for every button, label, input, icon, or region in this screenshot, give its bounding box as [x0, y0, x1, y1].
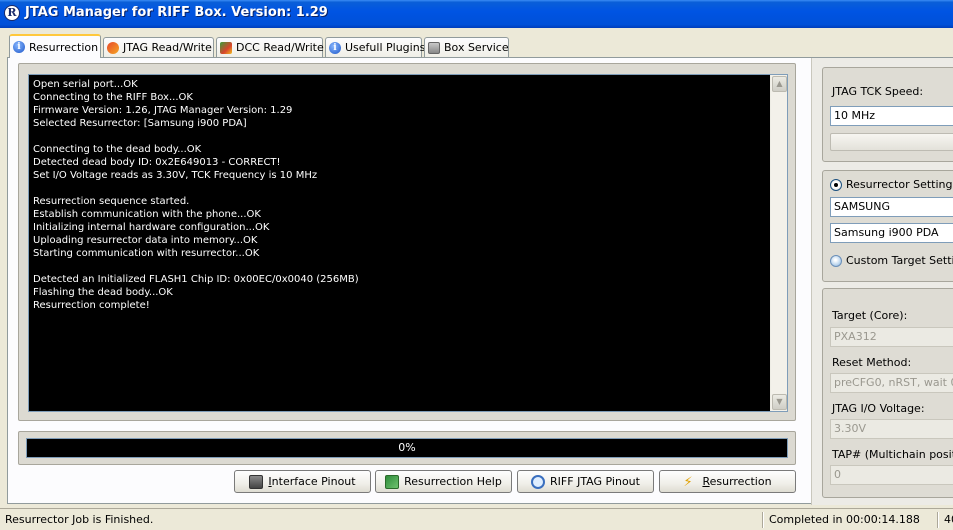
tab-jtag-read-write[interactable]: JTAG Read/Write [103, 37, 214, 57]
log-line: Uploading resurrector data into memory..… [33, 235, 258, 246]
info-icon: i [13, 41, 25, 53]
resurrector-settings-label: Resurrector Settings [846, 178, 953, 191]
tck-speed-label: JTAG TCK Speed: [832, 85, 924, 98]
lightning-icon: ⚡ [683, 474, 693, 490]
resurrection-help-button[interactable]: Resurrection Help [375, 470, 512, 493]
app-logo-icon[interactable]: R [4, 5, 20, 21]
interface-pinout-button[interactable]: Interface Pinout [234, 470, 371, 493]
log-lines: Open serial port...OK Connecting to the R… [33, 78, 769, 312]
log-line: Selected Resurrector: [Samsung i900 PDA] [33, 118, 247, 129]
log-line: Resurrection complete! [33, 300, 150, 311]
tab-label: Usefull Plugins [345, 41, 426, 54]
dcc-icon [220, 41, 232, 54]
resurrection-button[interactable]: ⚡ Resurrection [659, 470, 796, 493]
log-line: Open serial port...OK [33, 79, 138, 90]
log-line: Firmware Version: 1.26, JTAG Manager Ver… [33, 105, 293, 116]
custom-target-label: Custom Target Settings [846, 254, 953, 267]
log-line: Detected an Initialized FLASH1 Chip ID: … [33, 274, 359, 285]
console-panel: Open serial port...OK Connecting to the R… [18, 63, 796, 421]
button-label: Resurrection Help [404, 475, 502, 488]
status-separator [937, 512, 939, 528]
tab-dcc-read-write[interactable]: DCC Read/Write [216, 37, 324, 57]
log-line: Connecting to the RIFF Box...OK [33, 92, 193, 103]
log-line: Detected dead body ID: 0x2E649013 - CORR… [33, 157, 281, 168]
tck-speed-control[interactable] [830, 133, 953, 151]
target-settings-group: Target (Core): PXA312 Reset Method: preC… [822, 288, 953, 498]
target-core-field[interactable]: PXA312 [830, 327, 953, 347]
log-line: Flashing the dead body...OK [33, 287, 173, 298]
window-title: JTAG Manager for RIFF Box. Version: 1.29 [25, 5, 328, 20]
tck-speed-select[interactable]: 10 MHz [830, 106, 953, 126]
status-message: Resurrector Job is Finished. [5, 513, 154, 526]
scroll-down-button[interactable]: ▼ [772, 394, 787, 410]
log-line: Set I/O Voltage reads as 3.30V, TCK Freq… [33, 170, 318, 181]
magnifier-icon [531, 474, 546, 489]
button-label: Resurrection [702, 475, 772, 488]
tap-position-field[interactable]: 0 [830, 465, 953, 485]
model-select[interactable]: Samsung i900 PDA [830, 223, 953, 243]
log-console[interactable]: Open serial port...OK Connecting to the R… [28, 74, 788, 412]
resurrector-settings-radio[interactable] [830, 179, 842, 191]
status-extra: 40 [944, 513, 953, 526]
progress-text: 0% [398, 441, 416, 454]
settings-panel: JTAG TCK Speed: 10 MHz Resurrector Setti… [811, 58, 953, 505]
tap-position-label: TAP# (Multichain position): [832, 448, 953, 461]
status-separator [762, 512, 764, 528]
button-label: Interface Pinout [268, 475, 356, 488]
log-line: Connecting to the dead body...OK [33, 144, 202, 155]
chip-icon [249, 474, 264, 489]
tab-resurrection[interactable]: i Resurrection [9, 34, 101, 58]
info-icon: i [329, 41, 341, 54]
button-label: RIFF JTAG Pinout [550, 475, 640, 488]
tck-speed-group: JTAG TCK Speed: 10 MHz [822, 67, 953, 162]
tab-usefull-plugins[interactable]: i Usefull Plugins [325, 37, 426, 57]
box-icon [428, 41, 440, 54]
tab-label: Box Service [444, 41, 509, 54]
help-book-icon [385, 474, 400, 489]
progress-bar: 0% [26, 438, 788, 458]
log-line: Initializing internal hardware configura… [33, 222, 270, 233]
log-line: Resurrection sequence started. [33, 196, 190, 207]
tab-label: Resurrection [29, 40, 99, 54]
resurrector-settings-group: Resurrector Settings SAMSUNG Samsung i90… [822, 170, 953, 282]
status-completed-time: Completed in 00:00:14.188 [769, 513, 920, 526]
riff-jtag-pinout-button[interactable]: RIFF JTAG Pinout [517, 470, 654, 493]
manufacturer-select[interactable]: SAMSUNG [830, 197, 953, 217]
io-voltage-field[interactable]: 3.30V [830, 419, 953, 439]
io-voltage-label: JTAG I/O Voltage: [832, 402, 925, 415]
tab-label: DCC Read/Write [236, 41, 324, 54]
resurrection-tab-page: Open serial port...OK Connecting to the R… [7, 57, 953, 505]
log-line: Starting communication with resurrector.… [33, 248, 260, 259]
console-scrollbar[interactable]: ▲ ▼ [770, 75, 787, 411]
tab-label: JTAG Read/Write [123, 41, 212, 54]
target-core-label: Target (Core): [832, 309, 908, 322]
title-bar[interactable]: R JTAG Manager for RIFF Box. Version: 1.… [0, 0, 953, 28]
log-line: Establish communication with the phone..… [33, 209, 261, 220]
progress-panel: 0% [18, 431, 796, 465]
jtag-icon [107, 41, 119, 54]
tab-box-service[interactable]: Box Service [424, 37, 509, 57]
scroll-up-button[interactable]: ▲ [772, 76, 787, 92]
client-area: i Resurrection JTAG Read/Write DCC Read/… [0, 28, 953, 508]
reset-method-field[interactable]: preCFG0, nRST, wait 0 ms [830, 373, 953, 393]
custom-target-radio[interactable] [830, 255, 842, 267]
reset-method-label: Reset Method: [832, 356, 912, 369]
status-bar: Resurrector Job is Finished. Completed i… [0, 508, 953, 530]
